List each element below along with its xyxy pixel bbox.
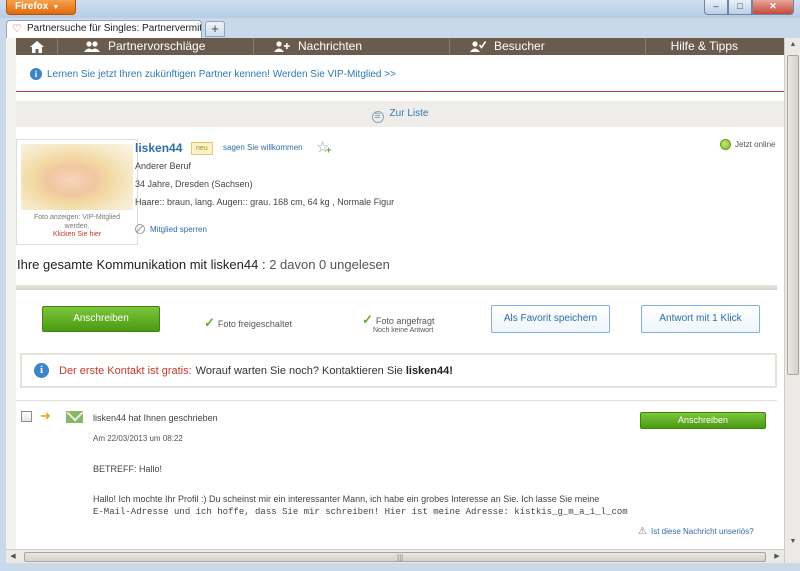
first-contact-free-notice: i Der erste Kontakt ist gratis: Worauf w…: [20, 353, 777, 388]
report-message-label: Ist diese Nachricht unseriös?: [650, 527, 754, 536]
vip-banner-text: Lernen Sie jetzt Ihren zukünftigen Partn…: [47, 68, 396, 80]
profile-photo-blurred: [21, 144, 133, 210]
people-icon: [84, 41, 100, 52]
browser-tab-title: Partnersuche für Singles: Partnervermitt…: [27, 23, 202, 34]
grip-icon: |||: [397, 553, 404, 562]
vip-banner[interactable]: i Lernen Sie jetzt Ihren zukünftigen Par…: [30, 68, 396, 80]
gratis-highlight: Der erste Kontakt ist gratis:: [59, 364, 192, 377]
main-content: i Lernen Sie jetzt Ihren zukünftigen Par…: [16, 55, 784, 555]
site-favicon-icon: ♡: [12, 23, 22, 35]
message-subject: BETREFF: Hallo!: [93, 464, 163, 474]
nav-label: Besucher: [494, 39, 545, 53]
close-window-button[interactable]: ✕: [752, 0, 794, 15]
back-to-list-link[interactable]: ☰ Zur Liste: [16, 101, 784, 127]
new-tab-button[interactable]: +: [205, 21, 225, 37]
warning-icon: ⚠: [638, 526, 647, 537]
browser-tabbar: ♡ Partnersuche für Singles: Partnervermi…: [0, 18, 800, 38]
message-date: Am 22/03/2013 um 08:22: [93, 434, 183, 443]
person-check-icon: [470, 41, 486, 52]
communication-title: Ihre gesamte Kommunikation mit lisken44 …: [17, 257, 390, 272]
browser-tab[interactable]: ♡ Partnersuche für Singles: Partnervermi…: [6, 20, 202, 38]
list-icon: ☰: [371, 111, 384, 123]
message-sender-line: lisken44 hat Ihnen geschrieben: [93, 413, 218, 423]
scroll-left-icon[interactable]: ◀: [6, 550, 20, 564]
minimize-button[interactable]: –: [704, 0, 728, 15]
checkmark-icon: ✓: [362, 312, 373, 327]
scrollbar-thumb[interactable]: [787, 55, 799, 375]
profile-username[interactable]: lisken44: [135, 141, 182, 155]
maximize-button[interactable]: □: [728, 0, 752, 15]
online-status: Jetzt online: [720, 139, 775, 150]
one-click-reply-button[interactable]: Antwort mit 1 Klick: [641, 305, 760, 333]
back-to-list-label: Zur Liste: [389, 108, 429, 119]
scroll-down-icon[interactable]: ▼: [786, 535, 800, 549]
block-member-link[interactable]: Mitglied sperren: [135, 224, 207, 234]
message-body-line: E-Mail-Adresse und ich hoffe, dass Sie m…: [93, 507, 628, 517]
block-member-label: Mitglied sperren: [150, 224, 207, 234]
report-message-link[interactable]: ⚠ Ist diese Nachricht unseriös?: [638, 526, 754, 537]
scroll-right-icon[interactable]: ▶: [770, 550, 784, 564]
horizontal-scrollbar[interactable]: ◀ ||| ▶: [6, 549, 784, 563]
gratis-username: lisken44!: [405, 364, 453, 377]
communication-summary: 2 davon 0 ungelesen: [269, 257, 390, 272]
nav-home[interactable]: [16, 38, 58, 55]
person-add-icon: [274, 41, 290, 52]
chevron-down-icon: ▼: [52, 4, 60, 11]
add-favorite-star-icon[interactable]: ☆ +: [316, 138, 331, 156]
envelope-icon: [66, 411, 83, 423]
no-reply-note: Noch keine Antwort: [373, 327, 434, 334]
photo-requested-status: ✓ Foto angefragt: [362, 312, 434, 328]
block-icon: [135, 224, 145, 234]
profile-photo-box[interactable]: Foto anzeigen: VIP-Mitglied werden. Klic…: [16, 139, 138, 245]
communication-title-text: Ihre gesamte Kommunikation mit lisken44 …: [17, 257, 266, 272]
firefox-menu-label: Firefox: [15, 1, 49, 12]
nav-nachrichten[interactable]: Nachrichten: [254, 38, 450, 55]
checkmark-icon: ✓: [204, 315, 215, 330]
page-viewport: Partnervorschläge Nachrichten Besucher H…: [6, 38, 784, 563]
profile-age-city: 34 Jahre, Dresden (Sachsen): [135, 179, 253, 189]
welcome-link[interactable]: sagen Sie willkommen: [223, 143, 303, 152]
divider: [16, 285, 777, 290]
photo-unlocked-label: Foto freigeschaltet: [217, 319, 292, 329]
online-indicator-icon: [720, 139, 731, 150]
browser-titlebar: Firefox ▼ – □ ✕: [0, 0, 800, 18]
vertical-scrollbar[interactable]: ▲ ▼: [784, 38, 800, 563]
gratis-text: Worauf warten Sie noch? Kontaktieren Sie: [195, 364, 403, 377]
photo-requested-label: Foto angefragt: [375, 316, 435, 326]
write-message-button[interactable]: Anschreiben: [42, 306, 160, 332]
online-status-label: Jetzt online: [735, 140, 776, 149]
scrollbar-thumb[interactable]: |||: [24, 552, 766, 562]
nav-label: Partnervorschläge: [108, 39, 206, 53]
photo-unlock-link[interactable]: Klicken Sie hier: [21, 231, 133, 238]
nav-hilfe-tipps[interactable]: Hilfe & Tipps: [646, 38, 784, 55]
message-body-line: Hallo! Ich mochte Ihr Profil :) Du schei…: [93, 494, 600, 504]
divider: [16, 400, 777, 401]
arrow-right-icon: ➜: [40, 408, 51, 423]
info-icon: i: [34, 363, 49, 378]
photo-caption: Foto anzeigen: VIP-Mitglied werden.: [34, 214, 120, 230]
message-body: Hallo! Ich mochte Ihr Profil :) Du schei…: [93, 493, 693, 519]
site-navigation: Partnervorschläge Nachrichten Besucher H…: [16, 38, 784, 55]
nav-label: Nachrichten: [298, 39, 363, 53]
nav-besucher[interactable]: Besucher: [450, 38, 646, 55]
scroll-up-icon[interactable]: ▲: [786, 38, 800, 52]
reply-button[interactable]: Anschreiben: [640, 412, 766, 429]
profile-job: Anderer Beruf: [135, 161, 192, 171]
divider: [16, 91, 784, 92]
new-badge: neu: [191, 142, 213, 155]
save-favorite-button[interactable]: Als Favorit speichern: [491, 305, 610, 333]
nav-label: Hilfe & Tipps: [670, 39, 738, 53]
window-controls: – □ ✕: [704, 0, 794, 15]
profile-details: Haare:: braun, lang. Augen:: grau. 168 c…: [135, 197, 395, 207]
home-icon: [29, 40, 44, 53]
firefox-menu-button[interactable]: Firefox ▼: [6, 0, 76, 15]
message-select-checkbox[interactable]: [21, 411, 32, 422]
nav-partnervorschlaege[interactable]: Partnervorschläge: [58, 38, 254, 55]
info-icon: i: [30, 68, 42, 80]
photo-unlocked-status: ✓ Foto freigeschaltet: [204, 315, 292, 331]
